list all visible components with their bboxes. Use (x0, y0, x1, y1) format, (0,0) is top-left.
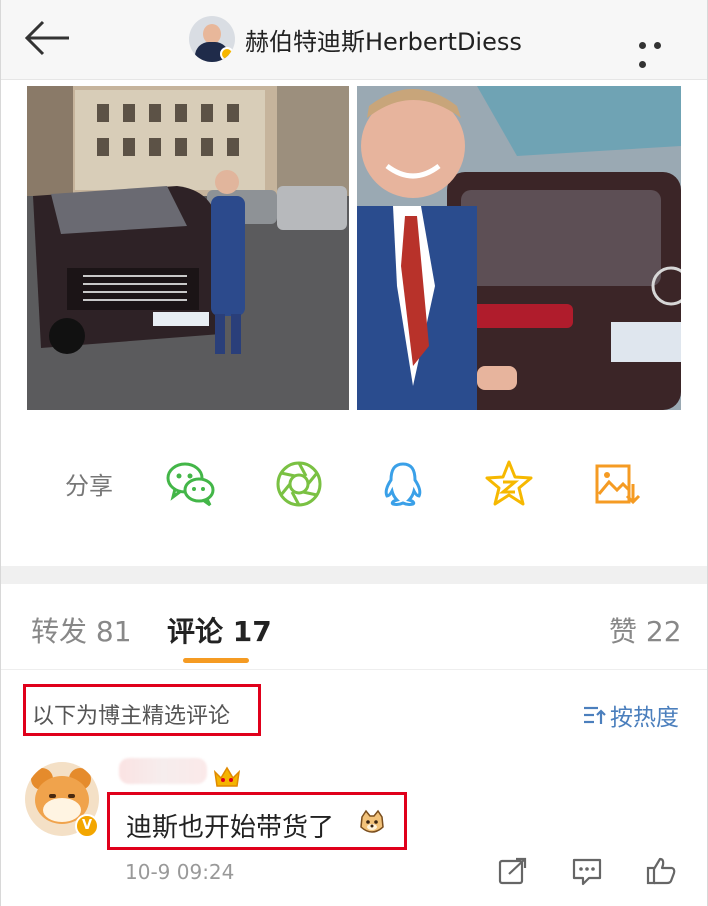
section-divider (1, 566, 707, 584)
verified-v-icon: V (75, 814, 99, 838)
tab-likes[interactable]: 赞 22 (609, 610, 682, 650)
comment-body: 迪斯也开始带货了 (107, 792, 407, 850)
tab-comments[interactable]: 评论 17 (167, 610, 272, 650)
verified-badge-icon (220, 47, 234, 61)
featured-comments-label: 以下为博主精选评论 (23, 684, 261, 736)
qzone-icon[interactable] (483, 458, 535, 510)
active-tab-indicator (183, 658, 249, 663)
sort-by-hot-button[interactable]: 按热度 (582, 698, 679, 732)
member-crown-icon (213, 766, 241, 787)
share-icon[interactable] (497, 856, 529, 886)
save-image-icon[interactable] (591, 458, 643, 510)
avatar[interactable] (189, 16, 235, 62)
back-arrow-icon[interactable] (21, 18, 73, 58)
profile-title[interactable]: 赫伯特迪斯HerbertDiess (189, 14, 522, 64)
share-bar: 分享 (1, 440, 707, 530)
comment-text: 迪斯也开始带货了 (126, 813, 335, 843)
like-icon[interactable] (645, 856, 677, 886)
sort-icon (584, 706, 606, 724)
share-label: 分享 (65, 472, 113, 500)
comment-item: V 迪斯也开始带货了 10-9 09:24 (1, 752, 707, 906)
comment-timestamp: 10-9 09:24 (125, 860, 235, 884)
top-bar: 赫伯特迪斯HerbertDiess (1, 0, 707, 80)
app-frame: 赫伯特迪斯HerbertDiess 分享 转发 81 评论 17 赞 22 以下… (0, 0, 708, 906)
doge-emoji-icon (360, 809, 384, 833)
more-dots-icon[interactable] (639, 34, 683, 68)
post-photo-1[interactable] (27, 86, 349, 410)
moments-icon[interactable] (273, 458, 325, 510)
comments-filter-row: 以下为博主精选评论 按热度 (1, 672, 707, 752)
sort-label[interactable]: 按热度 (610, 698, 679, 732)
reply-icon[interactable] (571, 856, 603, 886)
qq-icon[interactable] (377, 458, 429, 510)
post-photo-2[interactable] (357, 86, 681, 410)
tab-repost[interactable]: 转发 81 (31, 610, 132, 650)
wechat-icon[interactable] (165, 458, 217, 510)
commenter-name-blurred[interactable] (119, 758, 207, 784)
interaction-tabs: 转发 81 评论 17 赞 22 (1, 584, 707, 670)
user-name[interactable]: 赫伯特迪斯HerbertDiess (245, 22, 522, 57)
